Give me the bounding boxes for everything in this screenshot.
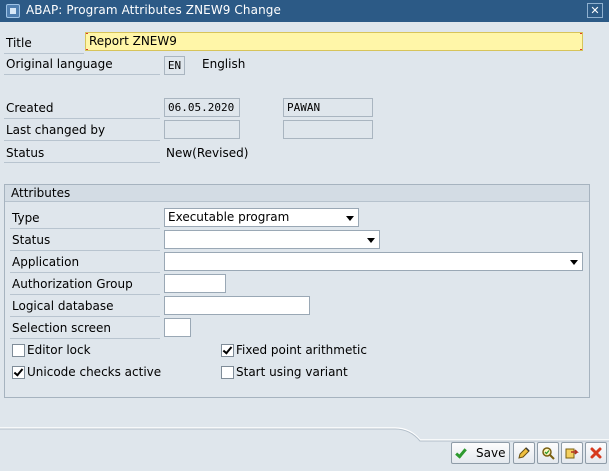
logical-db-label: Logical database bbox=[12, 299, 114, 313]
attributes-group-title: Attributes bbox=[11, 186, 71, 200]
application-underline bbox=[10, 272, 160, 273]
original-language-label: Original language bbox=[6, 57, 113, 71]
start-variant-label: Start using variant bbox=[236, 365, 348, 379]
logical-db-input[interactable] bbox=[164, 296, 310, 315]
dialog-content: Title Report ZNEW9 Original language EN … bbox=[0, 22, 609, 471]
edit-pencil-button[interactable] bbox=[513, 442, 535, 464]
unicode-label: Unicode checks active bbox=[27, 365, 162, 379]
fixed-point-label: Fixed point arithmetic bbox=[236, 343, 367, 357]
chevron-down-icon bbox=[570, 260, 578, 265]
attr-status-underline bbox=[10, 250, 160, 251]
start-variant-checkbox[interactable] bbox=[221, 366, 234, 379]
window-title: ABAP: Program Attributes ZNEW9 Change bbox=[26, 3, 281, 17]
checkmark-icon bbox=[222, 344, 233, 355]
check-magnifier-icon bbox=[542, 447, 555, 460]
title-input-value: Report ZNEW9 bbox=[89, 34, 177, 48]
type-underline bbox=[10, 228, 160, 229]
created-underline bbox=[4, 118, 160, 119]
logical-db-underline bbox=[10, 316, 160, 317]
editor-lock-label: Editor lock bbox=[27, 343, 91, 357]
chevron-down-icon bbox=[367, 238, 375, 243]
type-label: Type bbox=[12, 211, 40, 225]
editor-lock-checkbox[interactable] bbox=[12, 344, 25, 357]
transfer-button[interactable] bbox=[561, 442, 583, 464]
type-dropdown-value: Executable program bbox=[168, 210, 290, 224]
selection-screen-label: Selection screen bbox=[12, 321, 112, 335]
save-button-label: Save bbox=[476, 446, 506, 460]
created-date-field: 06.05.2020 bbox=[164, 98, 240, 117]
application-dropdown[interactable] bbox=[164, 252, 583, 271]
unicode-checkbox[interactable] bbox=[12, 366, 25, 379]
attributes-group-header: Attributes bbox=[5, 185, 589, 202]
chevron-down-icon bbox=[346, 216, 354, 221]
selection-screen-input[interactable] bbox=[164, 318, 191, 337]
title-label: Title bbox=[6, 36, 32, 50]
required-marker-left bbox=[86, 33, 88, 50]
original-language-underline bbox=[4, 74, 160, 75]
attr-status-dropdown[interactable] bbox=[164, 230, 380, 249]
created-user-field: PAWAN bbox=[283, 98, 373, 117]
save-button[interactable]: Save bbox=[451, 442, 510, 464]
status-underline bbox=[4, 162, 160, 163]
type-dropdown[interactable]: Executable program bbox=[164, 208, 359, 227]
cancel-button[interactable] bbox=[585, 442, 607, 464]
attr-status-label: Status bbox=[12, 233, 51, 247]
edit-pencil-icon bbox=[518, 447, 530, 459]
last-changed-underline bbox=[4, 140, 160, 141]
required-marker-right bbox=[580, 33, 582, 50]
cancel-icon bbox=[590, 447, 602, 459]
last-changed-label: Last changed by bbox=[6, 123, 106, 137]
auth-group-underline bbox=[10, 294, 160, 295]
auth-group-input[interactable] bbox=[164, 274, 226, 293]
close-icon[interactable]: ✕ bbox=[587, 3, 603, 18]
auth-group-label: Authorization Group bbox=[12, 277, 133, 291]
checkmark-icon bbox=[13, 366, 24, 377]
window-title-bar: ABAP: Program Attributes ZNEW9 Change ✕ bbox=[0, 0, 609, 22]
check-magnifier-button[interactable] bbox=[537, 442, 559, 464]
title-input[interactable]: Report ZNEW9 bbox=[85, 32, 583, 51]
changed-date-field bbox=[164, 120, 240, 139]
sap-window-icon bbox=[6, 4, 20, 18]
checkmark-icon bbox=[455, 446, 467, 459]
changed-user-field bbox=[283, 120, 373, 139]
transfer-icon bbox=[565, 448, 579, 459]
created-label: Created bbox=[6, 101, 54, 115]
bottom-toolbar: Save bbox=[451, 442, 607, 466]
original-language-name: English bbox=[202, 57, 246, 71]
status-label: Status bbox=[6, 146, 45, 160]
application-label: Application bbox=[12, 255, 80, 269]
original-language-code-field: EN bbox=[164, 56, 185, 75]
title-label-underline bbox=[4, 53, 84, 54]
status-value: New(Revised) bbox=[166, 146, 249, 160]
fixed-point-checkbox[interactable] bbox=[221, 344, 234, 357]
selection-screen-underline bbox=[10, 338, 160, 339]
